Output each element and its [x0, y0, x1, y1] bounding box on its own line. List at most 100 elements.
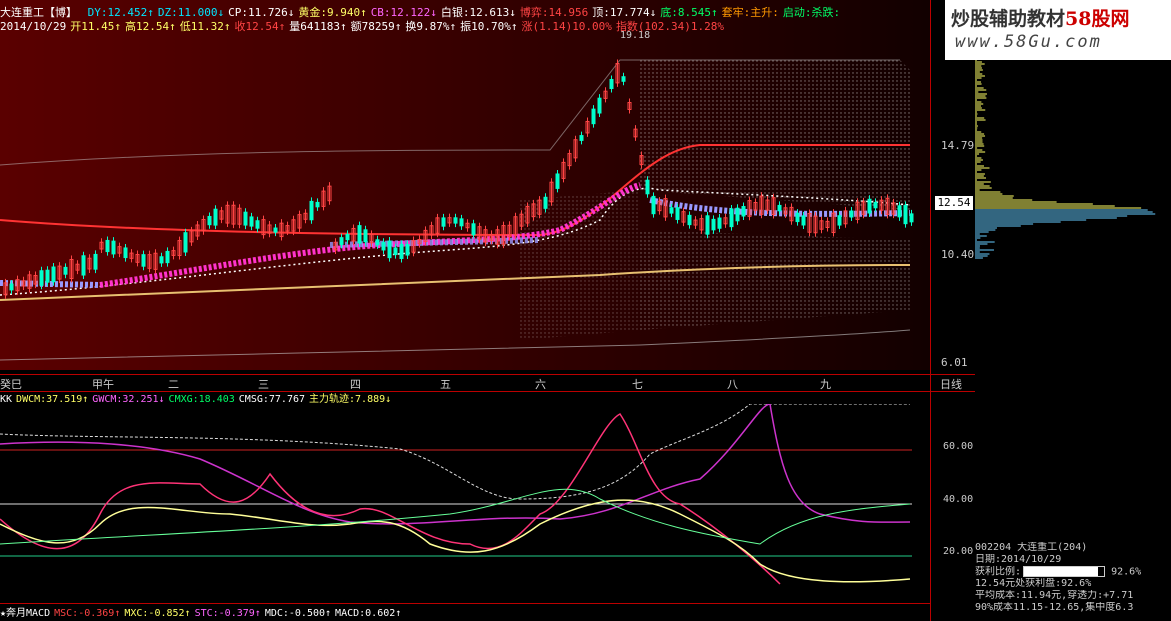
macd-item-4: MDC:-0.500↑	[264, 608, 332, 619]
profit-at-price: 12.54元处获利盘:92.6%	[975, 578, 1092, 589]
candle	[459, 218, 464, 227]
candle	[105, 239, 110, 253]
candle	[579, 135, 584, 141]
candle	[675, 207, 680, 220]
macd-item-5: MACD:0.602↑	[335, 608, 402, 619]
price-axis: 12.54 14.79 10.40 6.01 60.00 40.00 20.00	[930, 0, 976, 621]
profit-ratio-row: 获利比例: 92.6%	[975, 566, 1142, 578]
candle	[897, 205, 902, 218]
candle	[777, 204, 782, 212]
candle	[249, 216, 254, 227]
avg-cost-label: 平均成本:11.94元,穿透力:+7.71	[975, 590, 1134, 601]
candle	[93, 253, 98, 270]
watermark-logo: 炒股辅助教材58股网 www.58Gu.com	[945, 0, 1171, 60]
infobar2-item-7: 换9.87%↑	[405, 20, 457, 33]
indicator-chart[interactable]	[0, 403, 930, 600]
indicator-level-2: 20.00	[943, 546, 974, 557]
candle	[363, 229, 368, 243]
candle	[63, 266, 68, 275]
candle	[867, 198, 872, 214]
infobar2-item-1: 开11.45↑	[70, 20, 121, 33]
info-bar-top: 大连重工【博】 DY:12.452↑ DZ:11.000↓ CP:11.726↓ 黄金…	[0, 4, 930, 19]
candle	[315, 201, 320, 208]
candle	[357, 225, 362, 244]
stock-code-label: 002204 大连重工(204)	[975, 542, 1088, 553]
candle	[705, 215, 710, 235]
candle	[273, 227, 278, 233]
candle	[591, 108, 596, 125]
candle	[903, 204, 908, 225]
infobar2-item-3: 低11.32↑	[179, 20, 231, 33]
candle	[729, 208, 734, 228]
candle	[159, 256, 164, 264]
candle	[609, 78, 614, 90]
candle	[255, 220, 260, 229]
candle	[741, 206, 746, 217]
cost-range-label: 90%成本11.15-12.65,集中度6.3	[975, 602, 1134, 613]
candle	[9, 283, 14, 291]
candle	[621, 76, 626, 82]
macd-item-1: MSC:-0.369↑	[54, 608, 121, 619]
indicator-level-1: 40.00	[943, 494, 974, 505]
candle	[837, 215, 842, 226]
candle	[597, 97, 602, 114]
candle	[801, 215, 806, 226]
info-bar-ohlc: 2014/10/29 开11.45↑ 高12.54↑ 低11.32↑ 收12.54↑ 量6…	[0, 18, 930, 33]
chip-distribution	[975, 59, 1171, 370]
profit-progress-bar	[1023, 566, 1106, 577]
candle	[51, 266, 56, 283]
price-label-1: 10.40	[941, 248, 975, 261]
candle	[687, 214, 692, 226]
candle	[651, 195, 656, 215]
candle	[471, 223, 476, 236]
watermark-title: 炒股辅助教材58股网	[951, 8, 1130, 30]
macd-item-0: ★奔月MACD	[0, 608, 51, 619]
infobar2-item-4: 收12.54↑	[234, 20, 286, 33]
candle	[711, 218, 716, 231]
macd-bar[interactable]: ★奔月MACD MSC:-0.369↑ MXC:-0.852↑ STC:-0.379↑…	[0, 603, 930, 620]
candle	[717, 217, 722, 229]
candle	[387, 240, 392, 259]
candle	[345, 233, 350, 241]
indicator-level-0: 60.00	[943, 441, 974, 452]
indicator-svg	[0, 403, 912, 585]
upper-cloud	[640, 60, 910, 210]
price-label-2: 6.01	[941, 356, 968, 369]
infobar2-item-2: 高12.54↑	[124, 20, 176, 33]
candle	[795, 212, 800, 223]
month-label-10: 日线	[940, 378, 962, 391]
lower-cloud	[640, 230, 910, 330]
candle	[399, 243, 404, 259]
candle	[375, 239, 380, 246]
candle	[735, 207, 740, 222]
candle	[441, 217, 446, 227]
candle	[123, 247, 128, 259]
watermark-url: www.58Gu.com	[955, 32, 1102, 52]
candle	[405, 244, 410, 256]
infobar2-item-6: 额78259↑	[350, 20, 402, 33]
macd-item-2: MXC:-0.852↑	[124, 608, 191, 619]
candlestick-chart[interactable]: 19.18	[0, 0, 930, 370]
candle	[381, 241, 386, 251]
candle	[393, 247, 398, 256]
main-chart-svg: 19.18	[0, 30, 914, 361]
candle	[183, 232, 188, 253]
candle	[81, 255, 86, 276]
candle	[873, 201, 878, 209]
candle	[849, 210, 854, 218]
candle	[453, 217, 458, 224]
candle	[141, 254, 146, 267]
chip-info-panel: 002204 大连重工(204) 日期:2014/10/29 获利比例: 92.…	[975, 542, 1171, 621]
candle	[213, 208, 218, 226]
infobar2-item-0: 2014/10/29	[0, 20, 67, 33]
candle	[909, 213, 914, 223]
infobar2-item-5: 量641183↑	[289, 20, 347, 33]
current-price-tag: 12.54	[935, 196, 973, 210]
candle	[309, 200, 314, 221]
candle	[45, 269, 50, 283]
macd-item-3: STC:-0.379↑	[194, 608, 261, 619]
candle	[339, 237, 344, 245]
indicator-bar[interactable]: KK DWCM:37.519↑ GWCM:32.251↓ CMXG:18.403 CMS…	[0, 390, 930, 405]
candle	[39, 270, 44, 286]
candle	[543, 196, 548, 209]
